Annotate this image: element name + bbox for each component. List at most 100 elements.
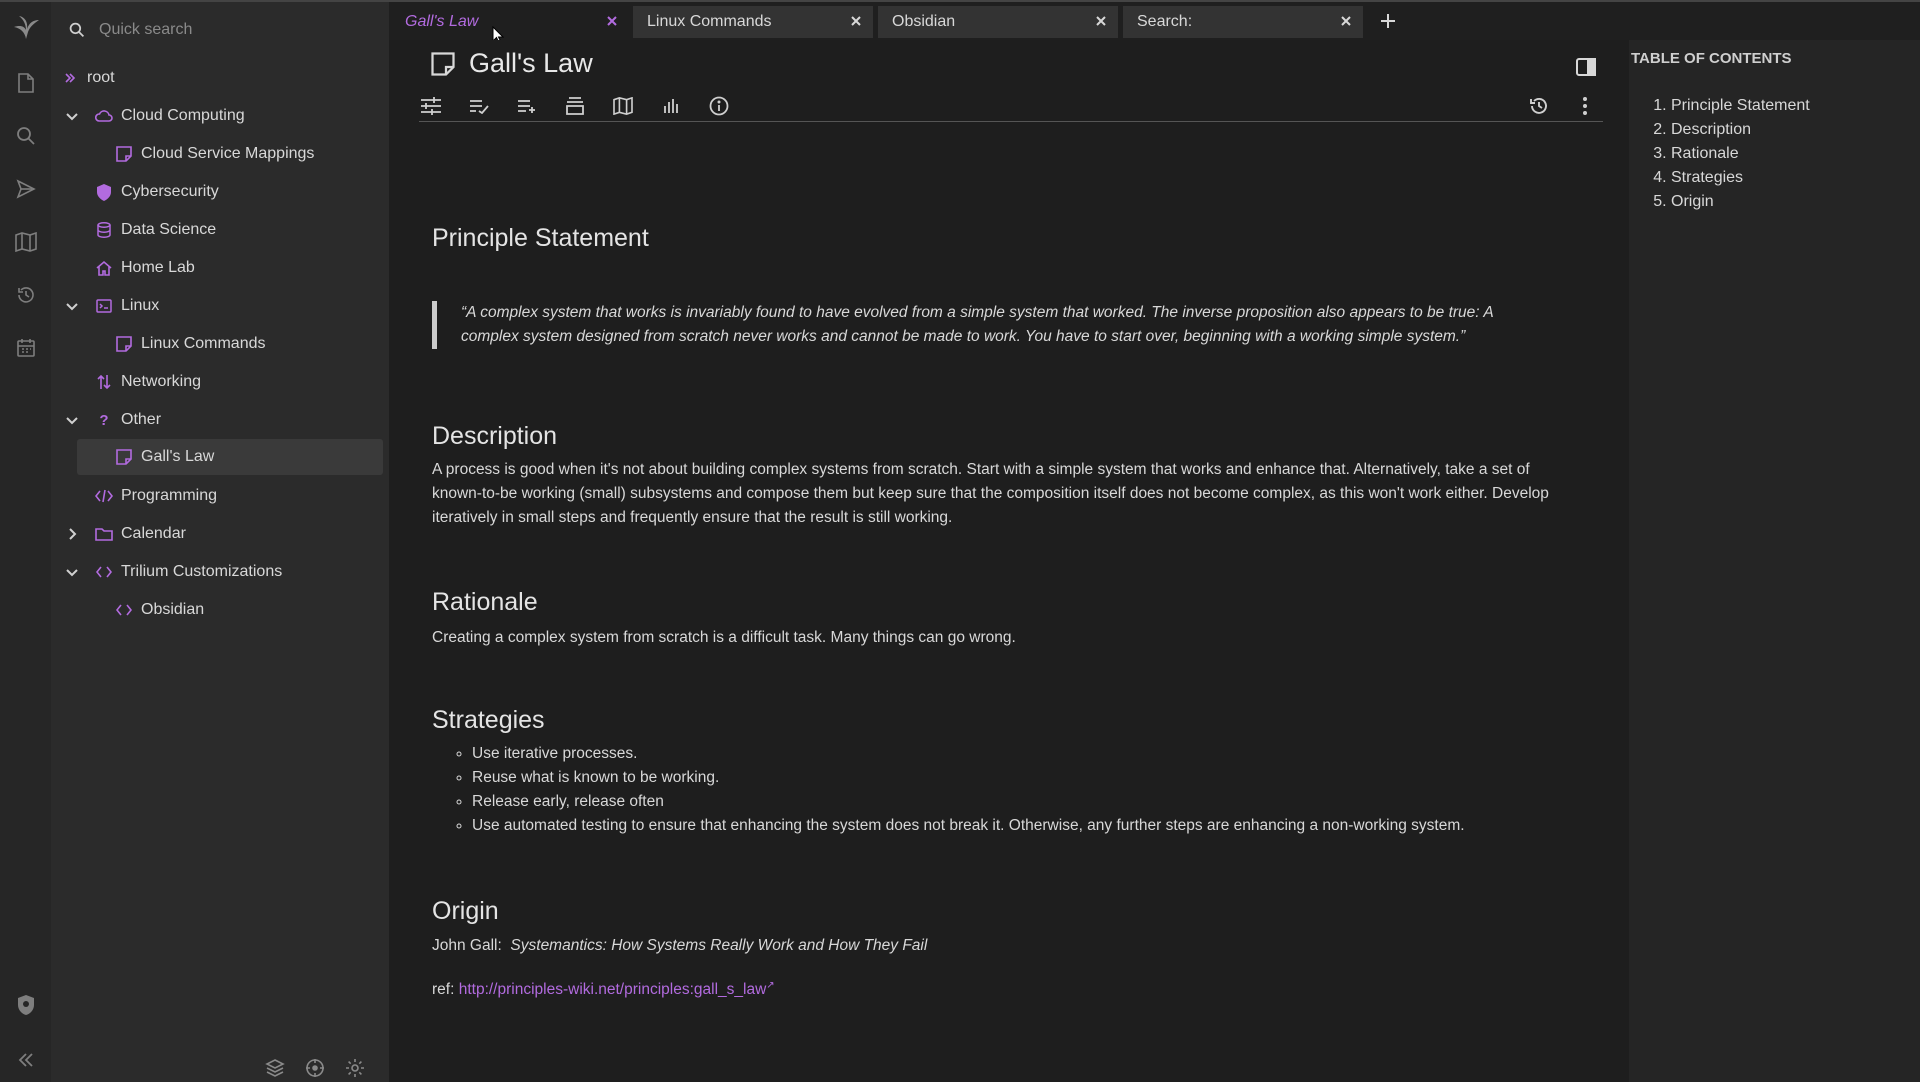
tab-label: Linux Commands bbox=[647, 13, 772, 30]
ribbon-toolbar bbox=[419, 92, 1603, 122]
tab-label: Gall's Law bbox=[405, 13, 479, 30]
properties-sliders-icon[interactable] bbox=[419, 94, 443, 118]
tree-item-label: Home Lab bbox=[121, 259, 195, 276]
tab-label: Search: bbox=[1137, 13, 1193, 30]
tree-item-linux-commands[interactable]: Linux Commands bbox=[115, 326, 266, 362]
description-line-3: iteratively in small steps and frequentl… bbox=[432, 509, 953, 526]
close-icon[interactable] bbox=[1339, 14, 1353, 28]
terminal-icon bbox=[95, 297, 113, 315]
protected-session-icon[interactable] bbox=[13, 992, 39, 1018]
tree-item-trilium-customizations[interactable]: Trilium Customizations bbox=[65, 554, 282, 590]
code-icon bbox=[95, 563, 113, 581]
heading-principle-statement: Principle Statement bbox=[432, 224, 649, 252]
tab-galls-law[interactable]: Gall's Law bbox=[391, 6, 629, 38]
new-tab-plus-icon[interactable] bbox=[1379, 12, 1397, 30]
heading-rationale: Rationale bbox=[432, 588, 538, 616]
tab-bar: Gall's Law Linux Commands Obsidian Searc… bbox=[389, 0, 1920, 40]
tab-label: Obsidian bbox=[892, 13, 956, 30]
launcher-bar bbox=[0, 0, 51, 1082]
note-tree-panel: Quick search root Cloud Computing Cloud … bbox=[51, 0, 389, 1082]
tree-item-label: Cloud Computing bbox=[121, 107, 245, 124]
origin-author: John Gall: bbox=[432, 937, 502, 954]
tab-obsidian[interactable]: Obsidian bbox=[878, 6, 1118, 38]
folder-icon bbox=[95, 525, 113, 543]
tab-search[interactable]: Search: bbox=[1123, 6, 1363, 38]
info-icon[interactable] bbox=[707, 94, 731, 118]
tree-item-label: Cybersecurity bbox=[121, 183, 219, 200]
layers-icon[interactable] bbox=[265, 1058, 285, 1078]
tree-item-calendar[interactable]: Calendar bbox=[65, 516, 186, 552]
map-icon[interactable] bbox=[13, 229, 39, 255]
close-icon[interactable] bbox=[849, 14, 863, 28]
quick-search-input[interactable]: Quick search bbox=[59, 14, 379, 46]
tree-item-networking[interactable]: Networking bbox=[95, 364, 201, 400]
trilium-logo-icon[interactable] bbox=[11, 12, 41, 42]
more-vertical-icon[interactable] bbox=[1573, 94, 1597, 118]
external-link-icon: ↗ bbox=[766, 980, 775, 991]
origin-book-title: Systemantics: How Systems Really Work an… bbox=[510, 937, 928, 954]
tree-item-label: Data Science bbox=[121, 221, 217, 238]
heading-strategies: Strategies bbox=[432, 706, 545, 734]
tree-item-cloud-service-mappings[interactable]: Cloud Service Mappings bbox=[115, 136, 314, 172]
layout-rows-icon[interactable] bbox=[563, 94, 587, 118]
tree-item-cloud-computing[interactable]: Cloud Computing bbox=[65, 98, 245, 134]
toc-list: Principle Statement Description Rational… bbox=[1671, 94, 1810, 214]
calendar-icon[interactable] bbox=[13, 335, 39, 361]
list-item: Use automated testing to ensure that enh… bbox=[472, 814, 1465, 838]
note-detail: Gall's Law Principle Statement “A comple… bbox=[389, 40, 1629, 1082]
heading-origin: Origin bbox=[432, 897, 499, 925]
tree-item-data-science[interactable]: Data Science bbox=[95, 212, 216, 248]
chevron-down-icon[interactable] bbox=[65, 299, 79, 313]
tree-item-other[interactable]: ? Other bbox=[65, 402, 161, 438]
toc-title: TABLE OF CONTENTS bbox=[1631, 50, 1792, 67]
quote-line-2: complex system designed from scratch nev… bbox=[461, 328, 1466, 345]
close-icon[interactable] bbox=[1094, 14, 1108, 28]
note-icon[interactable] bbox=[431, 51, 455, 76]
map-icon[interactable] bbox=[611, 94, 635, 118]
bar-chart-icon[interactable] bbox=[659, 94, 683, 118]
gear-icon[interactable] bbox=[345, 1058, 365, 1078]
note-title[interactable]: Gall's Law bbox=[469, 48, 593, 79]
tree-item-root[interactable]: root bbox=[61, 60, 115, 96]
history-icon[interactable] bbox=[1527, 94, 1551, 118]
tree-item-label: Calendar bbox=[121, 525, 186, 542]
send-icon[interactable] bbox=[13, 176, 39, 202]
toc-item[interactable]: Rationale bbox=[1671, 142, 1810, 166]
tree-item-label: Linux bbox=[121, 297, 160, 314]
reference-link[interactable]: http://principles-wiki.net/principles:ga… bbox=[459, 980, 775, 998]
toc-item[interactable]: Origin bbox=[1671, 190, 1810, 214]
playlist-add-icon[interactable] bbox=[515, 94, 539, 118]
origin-citation: John Gall: Systemantics: How Systems Rea… bbox=[432, 934, 927, 958]
tree-item-galls-law[interactable]: Gall's Law bbox=[77, 439, 383, 475]
heading-description: Description bbox=[432, 422, 558, 450]
collapse-sidebar-icon[interactable] bbox=[13, 1047, 39, 1073]
edit-list-icon[interactable] bbox=[467, 94, 491, 118]
tree-footer-toolbar bbox=[265, 1058, 365, 1078]
principle-quote: “A complex system that works is invariab… bbox=[432, 301, 1592, 349]
chevron-right-icon[interactable] bbox=[65, 527, 79, 541]
toc-item[interactable]: Strategies bbox=[1671, 166, 1810, 190]
toc-item[interactable]: Principle Statement bbox=[1671, 94, 1810, 118]
tree-item-obsidian[interactable]: Obsidian bbox=[115, 592, 204, 628]
chevron-down-icon[interactable] bbox=[65, 413, 79, 427]
tab-linux-commands[interactable]: Linux Commands bbox=[633, 6, 873, 38]
quick-search-placeholder: Quick search bbox=[99, 21, 193, 38]
new-note-icon[interactable] bbox=[13, 70, 39, 96]
history-icon[interactable] bbox=[13, 282, 39, 308]
tree-item-home-lab[interactable]: Home Lab bbox=[95, 250, 195, 286]
crosshair-icon[interactable] bbox=[305, 1058, 325, 1078]
tree-item-label: Programming bbox=[121, 487, 218, 504]
tree-item-programming[interactable]: Programming bbox=[95, 478, 217, 514]
tree-item-cybersecurity[interactable]: Cybersecurity bbox=[95, 174, 219, 210]
chevron-down-icon[interactable] bbox=[65, 565, 79, 579]
close-icon[interactable] bbox=[605, 14, 619, 28]
tree-item-label: Cloud Service Mappings bbox=[141, 145, 315, 162]
chevron-down-icon[interactable] bbox=[65, 109, 79, 123]
note-icon bbox=[115, 448, 133, 466]
toc-item[interactable]: Description bbox=[1671, 118, 1810, 142]
toggle-right-pane-icon[interactable] bbox=[1575, 56, 1597, 78]
search-icon[interactable] bbox=[13, 123, 39, 149]
tree-item-label: Obsidian bbox=[141, 601, 205, 618]
tree-item-linux[interactable]: Linux bbox=[65, 288, 159, 324]
description-line-1: A process is good when it's not about bu… bbox=[432, 461, 1530, 478]
